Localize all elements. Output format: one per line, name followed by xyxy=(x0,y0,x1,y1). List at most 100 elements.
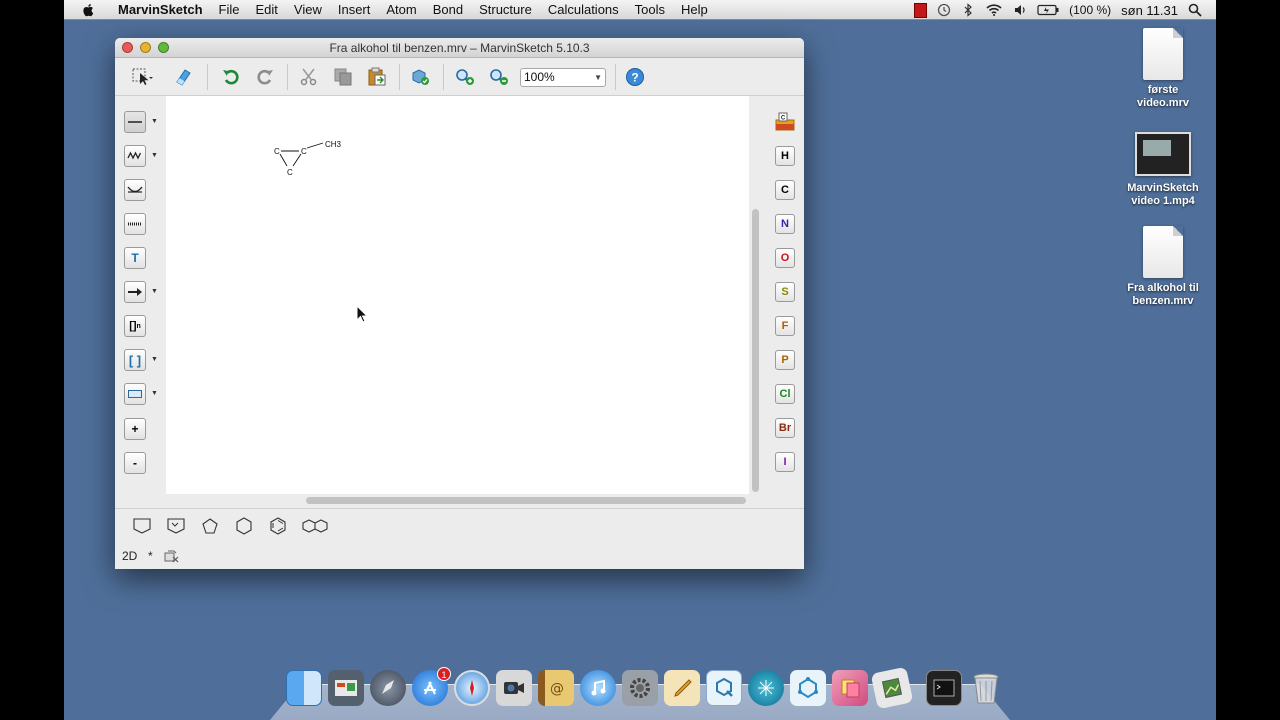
menu-help[interactable]: Help xyxy=(673,0,716,20)
dock: 1 @ xyxy=(270,666,1010,720)
single-bond-tool[interactable] xyxy=(124,111,146,133)
battery-icon[interactable] xyxy=(1037,3,1059,17)
text-tool[interactable]: T xyxy=(124,247,146,269)
eraser-button[interactable] xyxy=(171,65,195,89)
finder-icon[interactable] xyxy=(286,670,322,706)
wifi-icon[interactable] xyxy=(985,3,1003,17)
close-button[interactable] xyxy=(122,42,133,53)
chevron-down-icon[interactable]: ▼ xyxy=(151,390,158,397)
menu-insert[interactable]: Insert xyxy=(330,0,379,20)
element-p-button[interactable]: P xyxy=(775,350,795,370)
chevron-down-icon[interactable]: ▼ xyxy=(151,152,158,159)
element-i-button[interactable]: I xyxy=(775,452,795,472)
marvinspace-icon[interactable] xyxy=(790,670,826,706)
menu-app-name[interactable]: MarvinSketch xyxy=(110,0,211,20)
repeating-unit-bracket-tool[interactable]: [] n xyxy=(124,315,146,337)
menu-bond[interactable]: Bond xyxy=(425,0,471,20)
element-br-button[interactable]: Br xyxy=(775,418,795,438)
element-f-button[interactable]: F xyxy=(775,316,795,336)
chain-tool[interactable] xyxy=(124,145,146,167)
desktop-file-marvinsketch-video[interactable]: MarvinSketch video 1.mp4 xyxy=(1118,132,1208,208)
chevron-down-icon[interactable]: ▼ xyxy=(151,118,158,125)
dashboard-icon[interactable] xyxy=(328,670,364,706)
menu-view[interactable]: View xyxy=(286,0,330,20)
zoom-out-button[interactable] xyxy=(487,65,511,89)
launchpad-icon[interactable] xyxy=(370,670,406,706)
marvinsketch-dock-icon[interactable] xyxy=(706,670,742,706)
minimize-button[interactable] xyxy=(140,42,151,53)
terminal-icon[interactable] xyxy=(926,670,962,706)
scrollbar-thumb[interactable] xyxy=(752,209,759,492)
element-o-button[interactable]: O xyxy=(775,248,795,268)
undo-button[interactable] xyxy=(219,65,243,89)
volume-icon[interactable] xyxy=(1013,3,1027,17)
redo-button[interactable] xyxy=(253,65,277,89)
window-titlebar[interactable]: Fra alkohol til benzen.mrv – MarvinSketc… xyxy=(115,38,804,58)
zoom-in-button[interactable] xyxy=(453,65,477,89)
menu-structure[interactable]: Structure xyxy=(471,0,540,20)
menu-atom[interactable]: Atom xyxy=(378,0,424,20)
drawing-canvas[interactable]: C C C CH3 xyxy=(166,96,749,494)
template-cyclohexane[interactable] xyxy=(233,516,255,536)
decrease-charge-tool[interactable]: - xyxy=(124,452,146,474)
chevron-down-icon[interactable]: ▼ xyxy=(151,356,158,363)
element-h-button[interactable]: H xyxy=(775,146,795,166)
menu-calculations[interactable]: Calculations xyxy=(540,0,627,20)
menu-edit[interactable]: Edit xyxy=(248,0,286,20)
preview-icon[interactable] xyxy=(870,666,914,710)
arc-tool[interactable] xyxy=(124,179,146,201)
vertical-scrollbar[interactable] xyxy=(749,96,761,494)
trash-icon[interactable] xyxy=(968,670,1004,706)
cut-button[interactable] xyxy=(297,65,321,89)
menu-file[interactable]: File xyxy=(211,0,248,20)
copy-button[interactable] xyxy=(331,65,355,89)
zoom-level-select[interactable]: 100% ▼ xyxy=(520,68,606,87)
safari-icon[interactable] xyxy=(454,670,490,706)
textedit-icon[interactable] xyxy=(664,670,700,706)
rectangle-shape-tool[interactable] xyxy=(124,383,146,405)
bracket-tool[interactable]: [ ] xyxy=(124,349,146,371)
molecule-methylcyclopropane: C C C CH3 xyxy=(274,140,342,177)
hexagon-icon xyxy=(236,517,252,535)
bluetooth-icon[interactable] xyxy=(961,3,975,17)
menu-tools[interactable]: Tools xyxy=(627,0,673,20)
increase-charge-tool[interactable]: + xyxy=(124,418,146,440)
template-benzene[interactable] xyxy=(267,516,289,536)
help-button[interactable]: ? xyxy=(623,65,647,89)
element-c-button[interactable]: C xyxy=(775,180,795,200)
reaction-arrow-tool[interactable] xyxy=(124,281,146,303)
template-cyclopentane[interactable] xyxy=(199,516,221,536)
element-cl-button[interactable]: Cl xyxy=(775,384,795,404)
horizontal-scrollbar[interactable] xyxy=(166,494,749,508)
desktop-file-forste-video[interactable]: første video.mrv xyxy=(1118,28,1208,110)
element-s-button[interactable]: S xyxy=(775,282,795,302)
apple-menu-icon[interactable] xyxy=(82,3,96,17)
copy-icon xyxy=(334,68,352,86)
itunes-icon[interactable] xyxy=(580,670,616,706)
calculation-status-icon[interactable] xyxy=(164,549,180,563)
scrollbar-thumb[interactable] xyxy=(306,497,746,504)
chevron-down-icon: ▼ xyxy=(594,73,602,82)
clean-2d-button[interactable] xyxy=(409,65,433,89)
desktop-file-fra-alkohol[interactable]: Fra alkohol til benzen.mrv xyxy=(1118,226,1208,308)
marvinview-icon[interactable] xyxy=(748,670,784,706)
photo-booth-icon[interactable] xyxy=(832,670,868,706)
zoom-button[interactable] xyxy=(158,42,169,53)
chevron-down-icon[interactable]: ▼ xyxy=(151,288,158,295)
dashed-bond-tool[interactable] xyxy=(124,213,146,235)
template-generic-ring[interactable] xyxy=(165,516,187,536)
system-preferences-icon[interactable] xyxy=(622,670,658,706)
select-tool-button[interactable] xyxy=(131,65,155,89)
element-n-button[interactable]: N xyxy=(775,214,795,234)
template-naphthalene[interactable] xyxy=(301,516,329,536)
periodic-table-button[interactable]: C xyxy=(775,112,795,132)
address-book-icon[interactable]: @ xyxy=(538,670,574,706)
clock[interactable]: søn 11.31 xyxy=(1121,3,1178,18)
time-machine-icon[interactable] xyxy=(937,3,951,17)
template-bracket-shape[interactable] xyxy=(131,516,153,536)
app-store-icon[interactable]: 1 xyxy=(412,667,451,706)
facetime-icon[interactable] xyxy=(496,670,532,706)
record-icon[interactable] xyxy=(914,2,928,18)
paste-button[interactable] xyxy=(365,65,389,89)
spotlight-search-icon[interactable] xyxy=(1188,3,1202,17)
